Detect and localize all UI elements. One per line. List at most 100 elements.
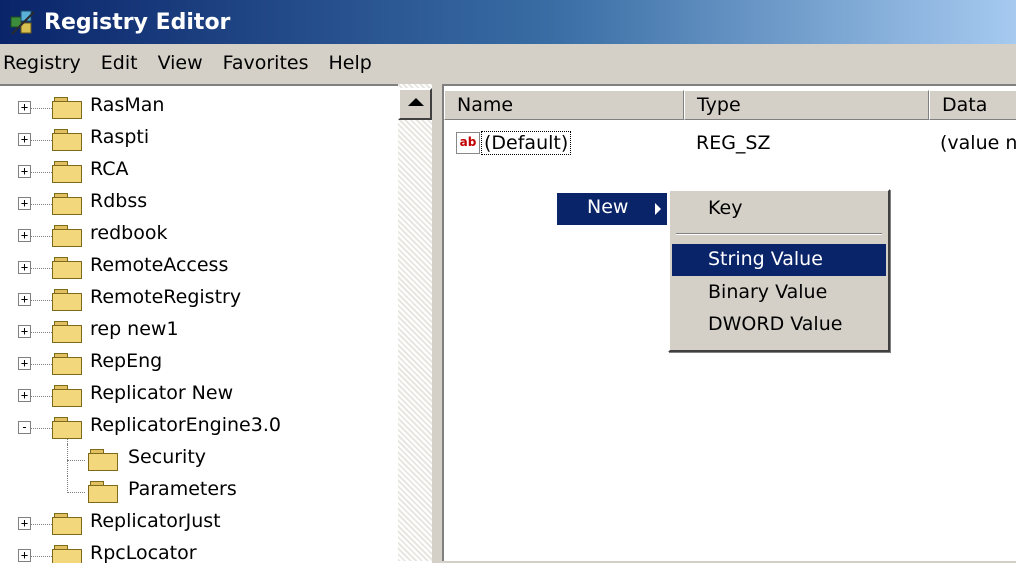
up-arrow-icon	[408, 98, 424, 106]
folder-icon	[52, 257, 82, 279]
list-header: Name Type Data	[444, 90, 1016, 120]
context-menu-new-label: New	[587, 196, 629, 218]
submenu-key[interactable]: Key	[672, 193, 886, 225]
submenu-dword-value[interactable]: DWORD Value	[672, 309, 886, 341]
value-name: (Default)	[480, 131, 572, 155]
window-title: Registry Editor	[44, 9, 231, 35]
expand-icon[interactable]: +	[18, 293, 31, 306]
tree-item-label: RemoteAccess	[90, 254, 229, 276]
submenu-binary-value-label: Binary Value	[708, 281, 828, 303]
submenu-binary-value[interactable]: Binary Value	[672, 277, 886, 309]
scroll-up-button[interactable]	[398, 88, 432, 120]
tree-connector	[30, 108, 52, 109]
collapse-icon[interactable]: -	[18, 421, 31, 434]
tree-scrollbar[interactable]	[398, 84, 432, 561]
menu-bar: Registry Edit View Favorites Help	[0, 44, 1016, 82]
tree-item[interactable]: - ReplicatorEngine3.0	[0, 412, 400, 444]
tree-item[interactable]: + RepEng	[0, 348, 400, 380]
tree-connector	[30, 556, 52, 557]
folder-icon	[52, 129, 82, 151]
folder-icon	[52, 161, 82, 183]
folder-icon	[52, 513, 82, 535]
submenu-arrow-icon	[655, 203, 661, 215]
tree-item[interactable]: + RpcLocator	[0, 540, 400, 563]
expand-icon[interactable]: +	[18, 357, 31, 370]
tree-item[interactable]: + Replicator New	[0, 380, 400, 412]
column-header-name[interactable]: Name	[444, 90, 684, 120]
expand-icon[interactable]: +	[18, 261, 31, 274]
tree-connector	[30, 172, 52, 173]
value-data: (value n	[940, 132, 1016, 154]
new-submenu: Key String Value Binary Value DWORD Valu…	[668, 189, 890, 352]
folder-icon	[52, 193, 82, 215]
expand-icon[interactable]: +	[18, 517, 31, 530]
string-value-icon: ab	[456, 132, 480, 154]
submenu-key-label: Key	[708, 197, 743, 219]
menu-help[interactable]: Help	[319, 44, 382, 82]
tree-item[interactable]: + RasMan	[0, 92, 400, 124]
folder-icon	[52, 385, 82, 407]
submenu-dword-value-label: DWORD Value	[708, 313, 843, 335]
menu-favorites[interactable]: Favorites	[213, 44, 319, 82]
submenu-string-value[interactable]: String Value	[672, 244, 886, 276]
tree-item-label: ReplicatorEngine3.0	[90, 414, 281, 436]
tree-connector	[30, 396, 52, 397]
tree-connector	[67, 476, 68, 493]
tree-item-label: RasMan	[90, 94, 165, 116]
tree-item[interactable]: + Rdbss	[0, 188, 400, 220]
pane-splitter[interactable]	[432, 84, 442, 561]
tree-item-label: Security	[128, 446, 207, 468]
menu-registry[interactable]: Registry	[0, 44, 91, 82]
expand-icon[interactable]: +	[18, 133, 31, 146]
submenu-string-value-label: String Value	[708, 248, 823, 270]
folder-icon	[88, 449, 118, 471]
expand-icon[interactable]: +	[18, 549, 31, 562]
expand-icon[interactable]: +	[18, 389, 31, 402]
tree-item[interactable]: + ReplicatorJust	[0, 508, 400, 540]
key-tree-pane[interactable]: + RasMan + Raspti + RCA + Rdbss + redbook + RemoteA…	[0, 84, 432, 563]
tree-connector	[30, 236, 52, 237]
expand-icon[interactable]: +	[18, 229, 31, 242]
folder-icon	[52, 225, 82, 247]
value-type: REG_SZ	[696, 132, 771, 154]
tree-connector	[67, 492, 85, 493]
tree-item-label: Replicator New	[90, 382, 234, 404]
folder-icon	[52, 545, 82, 563]
column-header-data[interactable]: Data	[929, 90, 1016, 120]
tree-item-label: rep new1	[90, 318, 179, 340]
expand-icon[interactable]: +	[18, 165, 31, 178]
tree-item[interactable]: Security	[0, 444, 400, 476]
tree-item[interactable]: + RemoteAccess	[0, 252, 400, 284]
expand-icon[interactable]: +	[18, 101, 31, 114]
tree-item-label: Parameters	[128, 478, 237, 500]
tree-item[interactable]: + RCA	[0, 156, 400, 188]
expand-icon[interactable]: +	[18, 325, 31, 338]
folder-icon	[52, 289, 82, 311]
tree-item-label: RemoteRegistry	[90, 286, 242, 308]
tree-item-label: Raspti	[90, 126, 150, 148]
folder-icon	[52, 97, 82, 119]
value-row[interactable]: ab (Default) REG_SZ (value n	[444, 128, 1016, 158]
tree-connector	[30, 428, 52, 429]
tree-item-label: redbook	[90, 222, 168, 244]
tree-item-label: RCA	[90, 158, 129, 180]
tree-item[interactable]: + RemoteRegistry	[0, 284, 400, 316]
tree-connector	[30, 300, 52, 301]
submenu-separator	[676, 233, 882, 235]
folder-icon	[52, 353, 82, 375]
tree-item-label: RepEng	[90, 350, 163, 372]
tree-connector	[30, 268, 52, 269]
tree-item[interactable]: Parameters	[0, 476, 400, 508]
tree-item[interactable]: + rep new1	[0, 316, 400, 348]
title-bar[interactable]: Registry Editor	[0, 0, 1016, 44]
tree-connector	[30, 332, 52, 333]
tree-item[interactable]: + Raspti	[0, 124, 400, 156]
folder-icon	[52, 321, 82, 343]
expand-icon[interactable]: +	[18, 197, 31, 210]
tree-item[interactable]: + redbook	[0, 220, 400, 252]
tree-connector	[30, 364, 52, 365]
menu-edit[interactable]: Edit	[91, 44, 148, 82]
menu-view[interactable]: View	[148, 44, 213, 82]
context-menu-new[interactable]: New	[557, 193, 667, 225]
column-header-type[interactable]: Type	[684, 90, 929, 120]
